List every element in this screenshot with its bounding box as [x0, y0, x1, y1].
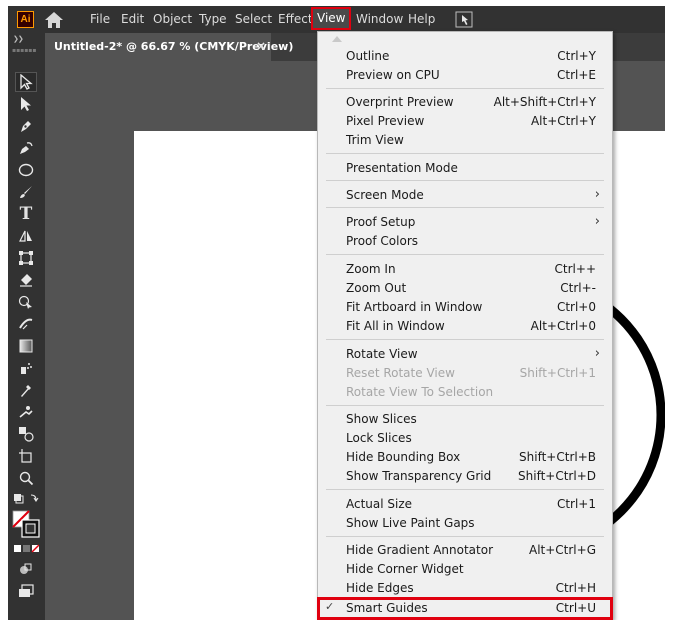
- menu-bar: Ai File Edit Object Type Select Effect V…: [8, 6, 665, 33]
- menu-separator: [326, 153, 604, 154]
- artboard-tool-icon[interactable]: [15, 446, 37, 466]
- menu-item-fit-artboard[interactable]: Fit Artboard in Window Ctrl+0: [318, 298, 612, 317]
- menu-item-presentation-mode[interactable]: Presentation Mode: [318, 159, 612, 178]
- menu-item-zoom-in[interactable]: Zoom In Ctrl++: [318, 260, 612, 279]
- direct-selection-tool-icon[interactable]: [15, 94, 37, 114]
- menu-item-smart-guides[interactable]: ✓ Smart Guides Ctrl+U: [317, 597, 613, 620]
- menu-separator: [326, 88, 604, 89]
- selection-tool-icon[interactable]: [15, 72, 37, 92]
- shape-builder-tool-icon[interactable]: [15, 292, 37, 312]
- menu-item-hide-edges[interactable]: Hide Edges Ctrl+H: [318, 579, 612, 598]
- menu-separator: [326, 254, 604, 255]
- menu-item-proof-setup[interactable]: Proof Setup ›: [318, 213, 612, 232]
- document-tab[interactable]: Untitled-2* @ 66.67 % (CMYK/Preview) ×: [45, 33, 293, 61]
- menu-item-overprint-preview[interactable]: Overprint Preview Alt+Shift+Ctrl+Y: [318, 93, 612, 112]
- menu-item-rotate-view[interactable]: Rotate View ›: [318, 345, 612, 364]
- checkmark-icon: ✓: [325, 600, 335, 613]
- view-menu-dropdown: Outline Ctrl+Y Preview on CPU Ctrl+E Ove…: [317, 31, 613, 620]
- blend-tool-icon[interactable]: [15, 424, 37, 444]
- reflect-tool-icon[interactable]: [15, 226, 37, 246]
- panel-collapse-icon[interactable]: ❯❯: [13, 35, 24, 43]
- zoom-tool-icon[interactable]: [15, 468, 37, 488]
- menu-item-show-transparency-grid[interactable]: Show Transparency Grid Shift+Ctrl+D: [318, 467, 612, 486]
- curvature-tool-icon[interactable]: [15, 138, 37, 158]
- menu-item-outline[interactable]: Outline Ctrl+Y: [318, 47, 612, 66]
- menu-item-hide-corner-widget[interactable]: Hide Corner Widget: [318, 560, 612, 579]
- submenu-arrow-icon: ›: [594, 346, 600, 361]
- menu-file[interactable]: File: [90, 12, 110, 27]
- tools-panel: ❯❯ ▪▪▪▪▪▪ T: [8, 33, 45, 620]
- color-mode-icons[interactable]: [13, 543, 39, 555]
- scroll-up-arrow-icon[interactable]: [332, 36, 342, 42]
- menu-separator: [326, 180, 604, 181]
- menu-separator: [326, 489, 604, 490]
- gradient-tool-icon[interactable]: [15, 336, 37, 356]
- draw-mode-icon[interactable]: [15, 559, 37, 579]
- menu-separator: [326, 405, 604, 406]
- menu-item-fit-all[interactable]: Fit All in Window Alt+Ctrl+0: [318, 317, 612, 336]
- menu-item-trim-view[interactable]: Trim View: [318, 131, 612, 150]
- menu-item-actual-size[interactable]: Actual Size Ctrl+1: [318, 495, 612, 514]
- submenu-arrow-icon: ›: [594, 187, 600, 202]
- menu-object[interactable]: Object: [153, 12, 192, 27]
- menu-separator: [326, 339, 604, 340]
- menu-item-show-live-paint-gaps[interactable]: Show Live Paint Gaps: [318, 514, 612, 533]
- menu-item-hide-bounding-box[interactable]: Hide Bounding Box Shift+Ctrl+B: [318, 448, 612, 467]
- app-logo: Ai: [17, 11, 34, 28]
- fill-stroke-swatch[interactable]: [11, 509, 41, 539]
- eyedropper-tool-icon[interactable]: [15, 380, 37, 400]
- ellipse-tool-icon[interactable]: [15, 160, 37, 180]
- menu-window[interactable]: Window: [356, 12, 403, 27]
- menu-item-rotate-view-to-selection: Rotate View To Selection: [346, 385, 494, 399]
- screen-mode-icon[interactable]: [15, 581, 37, 601]
- type-tool-icon[interactable]: T: [15, 204, 37, 224]
- menu-effect[interactable]: Effect: [278, 12, 313, 27]
- pen-tool-icon[interactable]: [15, 116, 37, 136]
- swap-fill-stroke-icon[interactable]: [12, 492, 40, 506]
- menu-view[interactable]: View: [310, 7, 352, 30]
- free-transform-tool-icon[interactable]: [15, 248, 37, 268]
- menu-item-show-slices[interactable]: Show Slices: [318, 410, 612, 429]
- menu-item-lock-slices[interactable]: Lock Slices: [318, 429, 612, 448]
- menu-separator: [326, 207, 604, 208]
- menu-item-reset-rotate-view: Reset Rotate View Shift+Ctrl+1: [346, 366, 596, 380]
- menu-edit[interactable]: Edit: [121, 12, 144, 27]
- menu-item-pixel-preview[interactable]: Pixel Preview Alt+Ctrl+Y: [318, 112, 612, 131]
- menu-item-proof-colors[interactable]: Proof Colors: [318, 232, 612, 251]
- menu-select[interactable]: Select: [235, 12, 272, 27]
- home-icon[interactable]: [44, 11, 64, 29]
- menu-item-preview-on-cpu[interactable]: Preview on CPU Ctrl+E: [318, 66, 612, 85]
- width-tool-icon[interactable]: [15, 314, 37, 334]
- arrange-documents-icon[interactable]: [455, 11, 473, 28]
- illustrator-window: Ai File Edit Object Type Select Effect V…: [8, 6, 665, 620]
- puppet-warp-tool-icon[interactable]: [15, 402, 37, 422]
- menu-separator: [326, 536, 604, 537]
- menu-item-screen-mode[interactable]: Screen Mode ›: [318, 186, 612, 205]
- panel-grip-icon[interactable]: ▪▪▪▪▪▪: [12, 47, 36, 54]
- eraser-tool-icon[interactable]: [15, 270, 37, 290]
- submenu-arrow-icon: ›: [594, 214, 600, 229]
- paintbrush-tool-icon[interactable]: [15, 182, 37, 202]
- close-tab-icon[interactable]: ×: [256, 39, 266, 53]
- menu-item-zoom-out[interactable]: Zoom Out Ctrl+-: [318, 279, 612, 298]
- menu-item-hide-gradient-annotator[interactable]: Hide Gradient Annotator Alt+Ctrl+G: [318, 541, 612, 560]
- menu-help[interactable]: Help: [408, 12, 435, 27]
- symbol-sprayer-tool-icon[interactable]: [15, 358, 37, 378]
- menu-type[interactable]: Type: [199, 12, 227, 27]
